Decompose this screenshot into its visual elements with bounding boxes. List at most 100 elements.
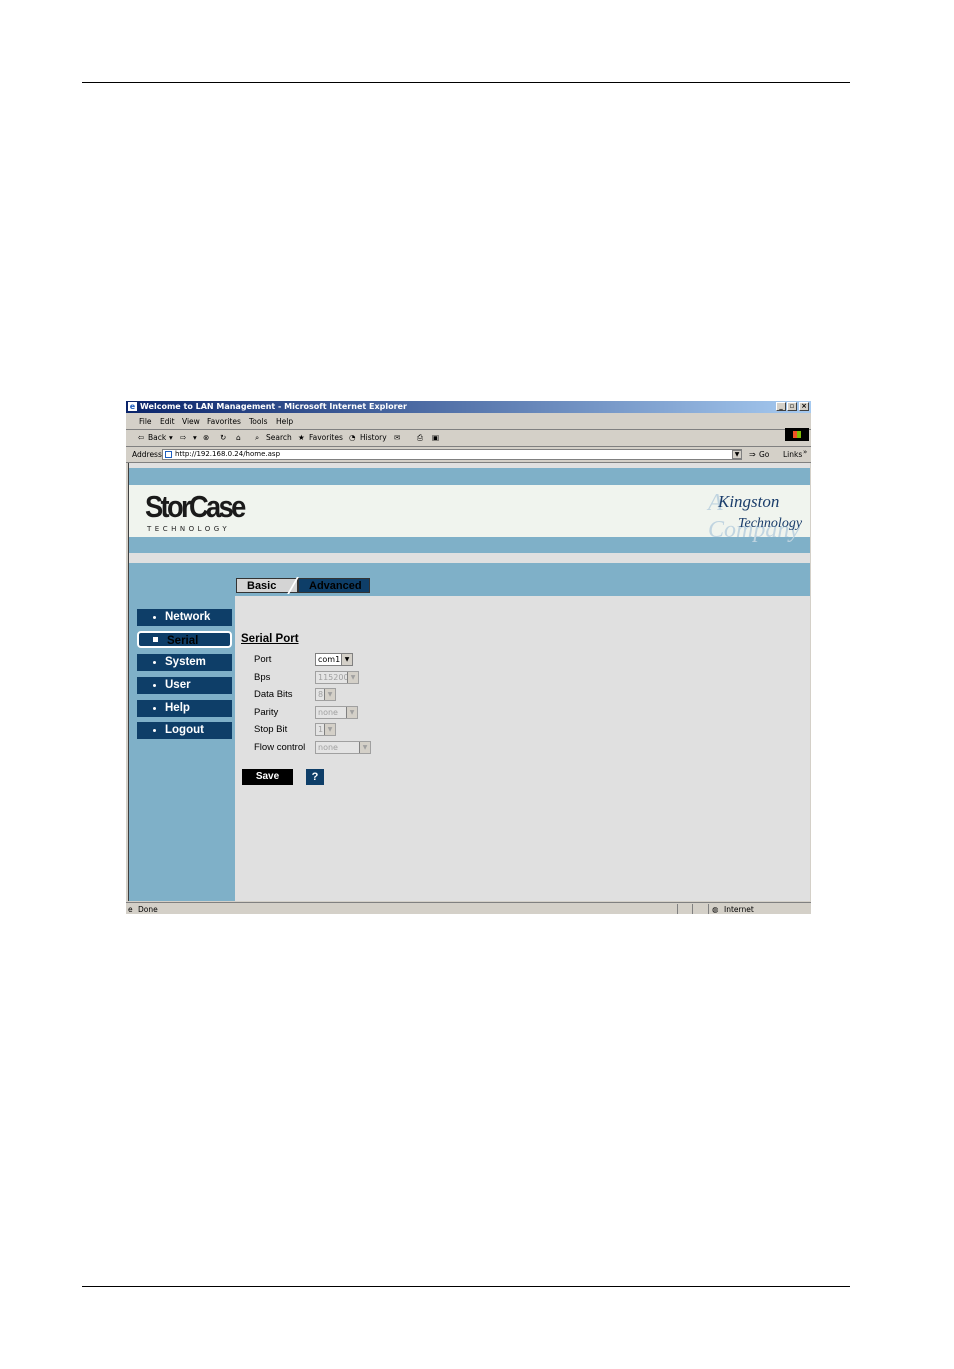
go-button[interactable]: Go: [759, 450, 769, 459]
address-bar: Address http://192.168.0.24/home.asp ▼ ⇒…: [126, 447, 811, 463]
address-label: Address: [132, 450, 162, 459]
sidebar-item-label: Network: [165, 611, 211, 623]
kingston-logo-name: Kingston: [718, 492, 780, 511]
search-icon[interactable]: ⌕: [255, 433, 259, 443]
stop-icon[interactable]: ⊗: [203, 433, 209, 442]
bullet-icon: [153, 684, 156, 687]
status-bar: e Done ◍ Internet: [126, 902, 811, 915]
storcase-logo: StorCase: [145, 489, 246, 524]
chevron-down-icon: ▼: [359, 742, 370, 753]
address-input[interactable]: http://192.168.0.24/home.asp: [162, 449, 742, 460]
status-divider: [677, 904, 678, 914]
port-select[interactable]: com1 ▼: [315, 653, 353, 666]
web-page: StorCase TECHNOLOGY A Company Kingston T…: [128, 463, 810, 901]
refresh-icon[interactable]: ↻: [220, 433, 226, 442]
bullet-icon: [153, 707, 156, 710]
globe-icon: ◍: [712, 905, 719, 914]
bottom-rule: [82, 1286, 850, 1287]
sidebar-item-help[interactable]: Help: [137, 700, 232, 717]
history-icon[interactable]: ◔: [349, 433, 356, 442]
back-dropdown-icon[interactable]: ▾: [169, 433, 173, 442]
favorites-icon[interactable]: ★: [298, 433, 305, 442]
data-bits-select[interactable]: 8 ▼: [315, 688, 336, 701]
data-bits-value: 8: [318, 690, 324, 699]
bullet-icon: [153, 661, 156, 664]
sidebar-item-label: User: [165, 679, 191, 691]
parity-label: Parity: [254, 707, 279, 718]
search-button[interactable]: Search: [266, 433, 292, 442]
history-button[interactable]: History: [360, 433, 387, 442]
flow-control-label: Flow control: [254, 742, 306, 753]
links-chevron-icon[interactable]: »: [803, 448, 807, 456]
sidebar-item-label: Help: [165, 702, 190, 714]
stop-bit-value: 1: [318, 725, 324, 734]
toolbar: ⇦ Back ▾ ⇨ ▾ ⊗ ↻ ⌂ ⌕ Search ★ Favorites …: [126, 430, 811, 447]
sidebar-item-label: System: [165, 656, 206, 668]
kingston-logo-technology: Technology: [738, 516, 803, 531]
sidebar-item-label: Logout: [165, 724, 204, 736]
back-arrow-icon[interactable]: ⇦: [138, 433, 144, 442]
chevron-down-icon: ▼: [324, 724, 335, 735]
forward-icon[interactable]: ⇨: [180, 433, 186, 442]
print-icon[interactable]: ⎙: [417, 433, 423, 443]
home-icon[interactable]: ⌂: [236, 433, 241, 442]
edit-icon[interactable]: ▣: [432, 433, 439, 442]
address-dropdown-icon[interactable]: ▼: [732, 450, 742, 459]
save-button[interactable]: Save: [242, 769, 293, 785]
menu-tools[interactable]: Tools: [249, 417, 267, 426]
banner-top-strip: [129, 468, 810, 485]
chevron-down-icon: ▼: [347, 672, 358, 683]
sidebar-item-user[interactable]: User: [137, 677, 232, 694]
favorites-button[interactable]: Favorites: [309, 433, 343, 442]
browser-window: e Welcome to LAN Management - Microsoft …: [126, 401, 811, 914]
back-button[interactable]: Back: [148, 433, 166, 442]
bps-select[interactable]: 115200 ▼: [315, 671, 359, 684]
storcase-logo-subtitle: TECHNOLOGY: [147, 525, 231, 533]
port-value: com1: [318, 655, 341, 664]
status-divider: [692, 904, 693, 914]
chevron-down-icon: ▼: [324, 689, 335, 700]
flow-control-select[interactable]: none ▼: [315, 741, 371, 754]
restore-icon[interactable]: ▫: [787, 402, 797, 411]
status-divider: [708, 904, 709, 914]
forward-dropdown-icon[interactable]: ▾: [193, 433, 197, 442]
top-rule: [82, 82, 850, 83]
minimize-icon[interactable]: _: [776, 402, 786, 411]
menu-view[interactable]: View: [182, 417, 200, 426]
sidebar-item-serial[interactable]: Serial: [137, 631, 232, 648]
parity-value: none: [318, 708, 338, 717]
tab-strip: [129, 563, 810, 596]
menu-file[interactable]: File: [139, 417, 152, 426]
sidebar-item-system[interactable]: System: [137, 654, 232, 671]
section-title: Serial Port: [241, 633, 299, 645]
links-button[interactable]: Links: [783, 450, 802, 459]
sidebar-item-label: Serial: [167, 635, 199, 647]
sidebar-item-logout[interactable]: Logout: [137, 722, 232, 739]
window-title: Welcome to LAN Management - Microsoft In…: [140, 402, 407, 411]
menu-edit[interactable]: Edit: [160, 417, 175, 426]
title-bar: e Welcome to LAN Management - Microsoft …: [126, 401, 811, 413]
tab-advanced[interactable]: Advanced: [298, 578, 370, 593]
page-icon: [165, 451, 172, 458]
stop-bit-label: Stop Bit: [254, 724, 288, 735]
status-text: Done: [138, 905, 158, 914]
go-icon[interactable]: ⇒: [749, 450, 756, 459]
bullet-icon: [153, 616, 156, 619]
menu-help[interactable]: Help: [276, 417, 293, 426]
menu-bar: File Edit View Favorites Tools Help: [126, 414, 811, 441]
status-page-icon: e: [128, 905, 133, 914]
parity-select[interactable]: none ▼: [315, 706, 358, 719]
mail-icon[interactable]: ✉: [394, 433, 400, 442]
help-button[interactable]: ?: [306, 769, 324, 785]
stop-bit-select[interactable]: 1 ▼: [315, 723, 336, 736]
bps-value: 115200: [318, 673, 349, 682]
kingston-logo: A Company Kingston Technology: [708, 488, 808, 543]
chevron-down-icon: ▼: [341, 654, 352, 665]
sidebar-item-network[interactable]: Network: [137, 609, 232, 626]
ie-icon: e: [128, 402, 137, 411]
status-zone: Internet: [724, 905, 754, 914]
close-icon[interactable]: ×: [799, 402, 809, 411]
menu-favorites[interactable]: Favorites: [207, 417, 241, 426]
bps-label: Bps: [254, 672, 271, 683]
bullet-icon: [153, 637, 158, 642]
